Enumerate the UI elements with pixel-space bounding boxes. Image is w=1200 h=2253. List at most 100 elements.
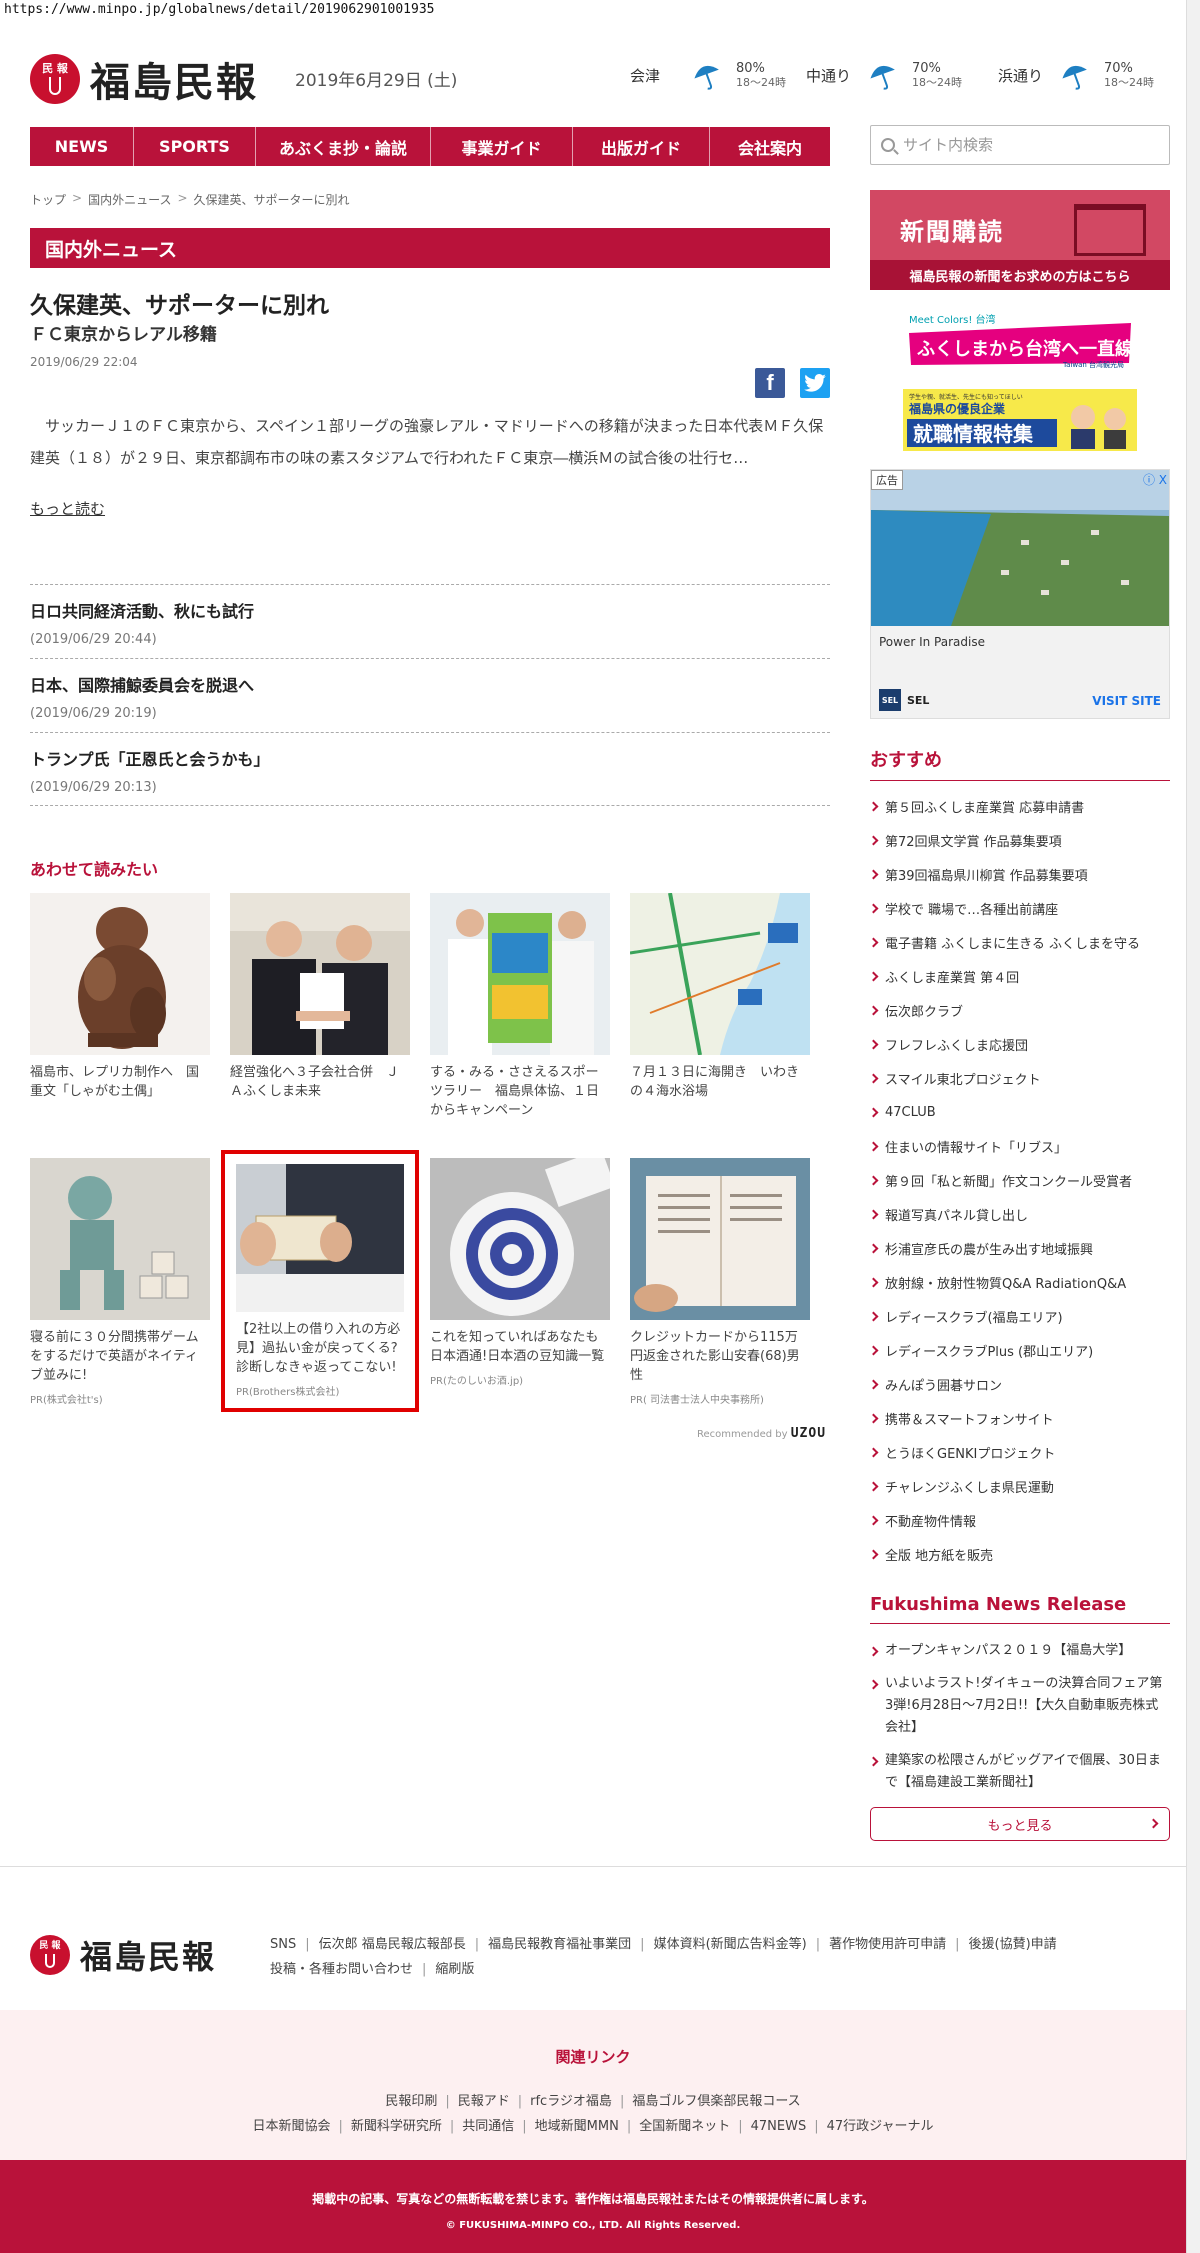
- chevron-right-icon: [868, 1549, 879, 1559]
- see-more-label: もっと見る: [987, 1818, 1053, 1834]
- site-logo[interactable]: 民 報 福島民報: [30, 50, 258, 108]
- list-item[interactable]: みんぽう囲碁サロン: [868, 1367, 1170, 1401]
- ad-advertiser[interactable]: SEL SEL: [879, 689, 929, 711]
- related-link[interactable]: 47行政ジャーナル: [827, 2119, 934, 2134]
- news-item-title[interactable]: 日ロ共同経済活動、秋にも試行: [30, 598, 830, 622]
- ad-close-icon[interactable]: ⓘ X: [1143, 471, 1167, 488]
- list-item[interactable]: 学校で 職場で…各種出前講座: [868, 891, 1170, 925]
- display-ad[interactable]: 広告 ⓘ X Power In Paradise SEL SEL VISIT SI…: [870, 469, 1170, 719]
- nav-company[interactable]: 会社案内: [710, 127, 830, 166]
- list-item[interactable]: 47CLUB: [868, 1095, 1170, 1129]
- footer-link[interactable]: SNS: [270, 1937, 296, 1952]
- list-item[interactable]: 建築家の松隈さんがビッグアイで個展、30日まで【福島建設工業新聞社】: [868, 1750, 1170, 1794]
- list-item[interactable]: 放射線・放射性物質Q&A RadiationQ&A: [868, 1265, 1170, 1299]
- related-link[interactable]: 地域新聞MMN: [535, 2119, 619, 2134]
- recommend-card[interactable]: する・みる・ささえるスポーツラリー 福島県体協、１日からキャンペーン: [430, 893, 610, 1120]
- breadcrumb-global-news[interactable]: 国内外ニュース: [88, 191, 171, 208]
- card-image-robot[interactable]: [30, 1158, 210, 1320]
- footer-logo[interactable]: 民 報 福島民報: [30, 1932, 216, 1978]
- nav-shuppan-guide[interactable]: 出版ガイド: [573, 127, 710, 166]
- news-item[interactable]: 日ロ共同経済活動、秋にも試行 (2019/06/29 20:44): [30, 584, 830, 658]
- news-item[interactable]: 日本、国際捕鯨委員会を脱退へ (2019/06/29 20:19): [30, 658, 830, 732]
- related-link[interactable]: 47NEWS: [751, 2119, 807, 2134]
- list-item[interactable]: 電子書籍 ふくしまに生きる ふくしまを守る: [868, 925, 1170, 959]
- recommend-card[interactable]: 福島市、レプリカ制作へ 国重文「しゃがむ土偶」: [30, 893, 210, 1101]
- card-image-map[interactable]: [630, 893, 810, 1055]
- read-more-link[interactable]: もっと読む: [30, 498, 105, 519]
- twitter-share-icon[interactable]: [800, 368, 830, 398]
- recommended-by[interactable]: Recommended by UZOU: [697, 1426, 826, 1441]
- facebook-share-icon[interactable]: f: [755, 368, 785, 398]
- footer-link[interactable]: 著作物使用許可申請: [829, 1937, 946, 1952]
- list-item[interactable]: いよいよラスト!ダイキューの決算合同フェア第3弾!6月28日〜7月2日!!【大久…: [868, 1673, 1170, 1739]
- footer-link[interactable]: 縮刷版: [435, 1962, 474, 1977]
- recommend-card[interactable]: 経営強化へ３子会社合併 ＪＡふくしま未来: [230, 893, 410, 1101]
- news-item-title[interactable]: 日本、国際捕鯨委員会を脱退へ: [30, 672, 830, 696]
- ad-text[interactable]: Power In Paradise: [879, 635, 985, 649]
- article-title: 久保建英、サポーターに別れ: [30, 293, 329, 319]
- card-image-dogu[interactable]: [30, 893, 210, 1055]
- list-item[interactable]: 第39回福島県川柳賞 作品募集要項: [868, 857, 1170, 891]
- card-image-sake[interactable]: [430, 1158, 610, 1320]
- ad-image[interactable]: [871, 470, 1169, 626]
- card-image-ja-merger[interactable]: [230, 893, 410, 1055]
- footer-link[interactable]: 後援(協賛)申請: [969, 1937, 1057, 1952]
- footer-link[interactable]: 伝次郎 福島民報広報部長: [319, 1937, 466, 1952]
- nav-abukumasho[interactable]: あぶくま抄・論説: [256, 127, 431, 166]
- list-item[interactable]: 伝次郎クラブ: [868, 993, 1170, 1027]
- footer-link[interactable]: 投稿・各種お問い合わせ: [270, 1962, 413, 1977]
- card-image-passbook[interactable]: [630, 1158, 810, 1320]
- footer-link[interactable]: 媒体資料(新聞広告料金等): [654, 1937, 807, 1952]
- recommend-card[interactable]: ７月１３日に海開き いわきの４海水浴場: [630, 893, 810, 1101]
- ad-visit-site[interactable]: VISIT SITE: [1092, 694, 1161, 708]
- see-more-button[interactable]: もっと見る: [870, 1807, 1170, 1841]
- list-item[interactable]: フレフレふくしま応援団: [868, 1027, 1170, 1061]
- recommend-card[interactable]: 寝る前に３０分間携帯ゲームをするだけで英語がネイティブ並みに! PR(株式会社t…: [30, 1158, 210, 1406]
- related-link[interactable]: rfcラジオ福島: [530, 2094, 612, 2109]
- logo-mark-text: 民 報: [42, 61, 68, 75]
- subscribe-banner[interactable]: 新聞購読 福島民報の新聞をお求めの方はこちら: [870, 190, 1170, 290]
- list-item[interactable]: 携帯＆スマートフォンサイト: [868, 1401, 1170, 1435]
- breadcrumb-top[interactable]: トップ: [30, 191, 66, 208]
- list-item[interactable]: 第72回県文学賞 作品募集要項: [868, 823, 1170, 857]
- list-item[interactable]: 住まいの情報サイト「リブス」: [868, 1129, 1170, 1163]
- job-info-banner[interactable]: 学生や親、就活生、先生にも知ってほしい 福島県の優良企業 就職情報特集: [903, 389, 1137, 451]
- taiwan-banner[interactable]: Meet Colors! 台湾 ふくしまから台湾へ一直線! Taiwan 台湾観…: [903, 311, 1141, 369]
- address-bar-url[interactable]: https://www.minpo.jp/globalnews/detail/2…: [0, 0, 434, 20]
- search-input[interactable]: [903, 136, 1153, 154]
- news-item[interactable]: トランプ氏「正恩氏と会うかも」 (2019/06/29 20:13): [30, 732, 830, 806]
- recommend-card[interactable]: クレジットカードから115万円返金された影山安春(68)男性 PR( 司法書士法…: [630, 1158, 810, 1406]
- list-item[interactable]: チャレンジふくしま県民運動: [868, 1469, 1170, 1503]
- list-item[interactable]: 全版 地方紙を販売: [868, 1537, 1170, 1571]
- header-date: 2019年6月29日 (土): [295, 71, 458, 91]
- recommend-card[interactable]: これを知っていればあなたも日本酒通!日本酒の豆知識一覧 PR(たのしいお酒.jp…: [430, 1158, 610, 1387]
- list-item[interactable]: とうほくGENKIプロジェクト: [868, 1435, 1170, 1469]
- card-image-sports-rally[interactable]: [430, 893, 610, 1055]
- nav-jigyo-guide[interactable]: 事業ガイド: [431, 127, 573, 166]
- list-item[interactable]: ふくしま産業賞 第４回: [868, 959, 1170, 993]
- list-item[interactable]: 不動産物件情報: [868, 1503, 1170, 1537]
- related-link[interactable]: 共同通信: [462, 2119, 514, 2134]
- footer-link[interactable]: 福島民報教育福祉事業団: [488, 1937, 631, 1952]
- weather-city: 中通り: [806, 66, 852, 85]
- list-item[interactable]: 杉浦宣彦氏の農が生み出す地域振興: [868, 1231, 1170, 1265]
- news-item-title[interactable]: トランプ氏「正恩氏と会うかも」: [30, 746, 830, 770]
- list-item[interactable]: オープンキャンパス２０１９【福島大学】: [868, 1640, 1170, 1662]
- list-item[interactable]: レディースクラブPlus (郡山エリア): [868, 1333, 1170, 1367]
- related-link[interactable]: 新聞科学研究所: [351, 2119, 442, 2134]
- list-item[interactable]: 報道写真パネル貸し出し: [868, 1197, 1170, 1231]
- list-item[interactable]: スマイル東北プロジェクト: [868, 1061, 1170, 1095]
- related-link[interactable]: 福島ゴルフ倶楽部民報コース: [632, 2094, 800, 2109]
- scrollbar[interactable]: [1186, 0, 1200, 2253]
- card-caption: 経営強化へ３子会社合併 ＪＡふくしま未来: [230, 1065, 400, 1099]
- weather-aizu: 会津 80% 18〜24時: [630, 58, 786, 92]
- list-item[interactable]: レディースクラブ(福島エリア): [868, 1299, 1170, 1333]
- related-link[interactable]: 全国新聞ネット: [639, 2119, 730, 2134]
- nav-sports[interactable]: SPORTS: [134, 127, 256, 166]
- list-item[interactable]: 第９回「私と新聞」作文コンクール受賞者: [868, 1163, 1170, 1197]
- related-link[interactable]: 日本新聞協会: [252, 2119, 330, 2134]
- related-link[interactable]: 民報アド: [458, 2094, 510, 2109]
- nav-news[interactable]: NEWS: [30, 127, 134, 166]
- related-link[interactable]: 民報印刷: [385, 2094, 437, 2109]
- list-item[interactable]: 第５回ふくしま産業賞 応募申請書: [868, 789, 1170, 823]
